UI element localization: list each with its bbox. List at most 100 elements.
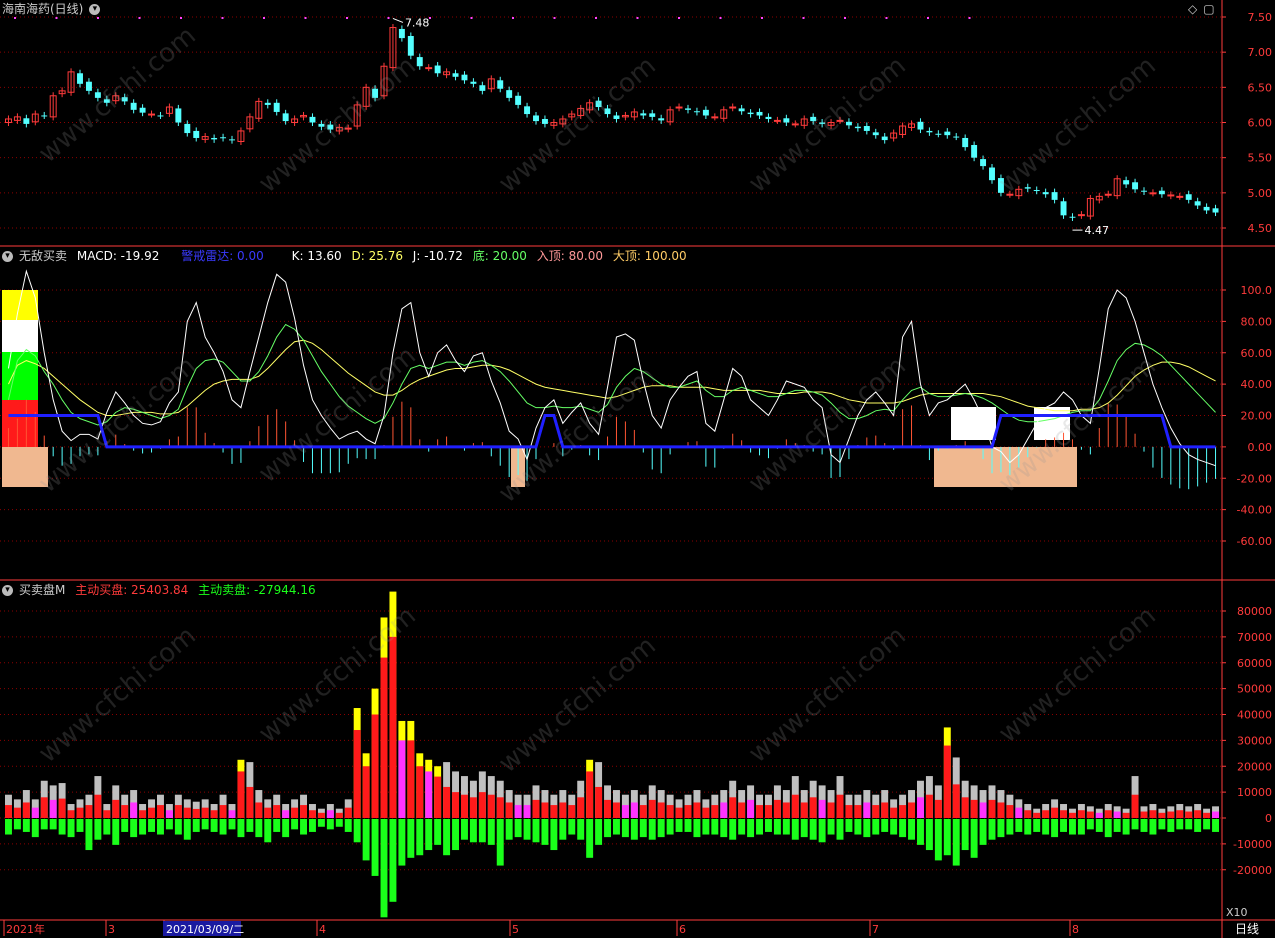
candle-body: [944, 131, 951, 136]
buy-bar: [729, 797, 737, 818]
candle-body: [372, 88, 379, 98]
sell-bar: [273, 819, 281, 832]
sell-bar: [934, 819, 942, 861]
sell-bar: [1122, 819, 1130, 835]
sell-bar: [818, 819, 826, 843]
buy-bar: [1051, 807, 1059, 818]
sell-bar: [702, 819, 710, 835]
buy-bar: [76, 807, 84, 818]
buy-bar: [514, 805, 522, 818]
sell-bar: [532, 819, 540, 843]
k-value: K: 13.60: [291, 249, 342, 263]
price-title: 海南海药(日线): [2, 2, 84, 16]
candle-body: [175, 108, 182, 123]
indicator-tick-label: 0.00: [1248, 441, 1273, 454]
maximize-icon[interactable]: ▢: [1203, 2, 1214, 16]
sell-bar: [890, 819, 898, 835]
sell-bar: [201, 819, 209, 830]
candle-body: [649, 113, 656, 117]
sell-bar: [362, 819, 370, 861]
indicator-tick-label: 80.00: [1241, 315, 1273, 328]
signal-marker: [55, 17, 58, 19]
buy-bar: [246, 786, 254, 818]
buy-bar: [264, 807, 272, 818]
sell-bar: [76, 819, 84, 832]
candle-body: [1158, 190, 1165, 195]
buy-bar: [818, 799, 826, 818]
indicator-tick-label: 20.00: [1241, 410, 1273, 423]
signal-marker: [263, 17, 265, 19]
sell-bar: [67, 819, 75, 838]
sell-bar: [747, 819, 755, 838]
candle-body: [318, 123, 325, 127]
price-tick-label: 7.50: [1248, 11, 1273, 24]
indicator-menu-icon[interactable]: ▾: [2, 251, 13, 262]
indicator-tick-label: 100.0: [1241, 284, 1273, 297]
buy-bar: [300, 805, 307, 818]
j-line: [8, 339, 1216, 416]
buy-bar: [908, 802, 915, 818]
indicator-name: 无敌买卖: [19, 249, 68, 263]
sell-bar: [264, 819, 272, 843]
signal-marker: [968, 17, 971, 19]
sell-bar: [872, 819, 880, 835]
candle-body: [452, 73, 459, 77]
sell-bar: [550, 819, 558, 851]
volume-menu-icon[interactable]: ▾: [2, 585, 13, 596]
buy-bar: [255, 802, 263, 818]
buy-bar: [1131, 794, 1139, 818]
sell-bar: [684, 819, 692, 832]
sell-bar: [317, 819, 325, 827]
buy-bar: [1095, 812, 1103, 818]
dropdown-icon[interactable]: ▾: [89, 4, 101, 15]
buy-bar: [461, 794, 468, 818]
buy-bar: [407, 740, 415, 818]
period-label[interactable]: 日线: [1235, 922, 1259, 936]
sell-bar: [523, 819, 531, 840]
sell-value: 主动卖盘: -27944.16: [198, 583, 316, 597]
stock-chart-canvas[interactable]: 7.50 7.00 6.50 6.00 5.50 5.00 4.50 7.48 4.47 100.…: [0, 0, 1275, 938]
buy-bar: [872, 805, 880, 818]
candle-body: [461, 74, 468, 81]
buy-bar: [899, 805, 907, 818]
candle-body: [398, 28, 405, 39]
indicator-tick-label: -40.00: [1237, 504, 1272, 517]
buy-bar: [604, 799, 611, 818]
candle-body: [962, 137, 969, 148]
buy-bar: [49, 799, 57, 818]
buy-bar: [317, 812, 325, 818]
buy-bar: [344, 807, 352, 818]
buy-bar: [291, 807, 299, 818]
candle-body: [130, 102, 137, 110]
signal-block: [2, 320, 38, 352]
sell-bar: [496, 819, 504, 866]
volume-header: ▾ 买卖盘M 主动买盘: 25403.84 主动卖盘: -27944.16: [2, 583, 322, 597]
buy-bar: [1176, 810, 1184, 818]
sell-bar: [720, 819, 728, 838]
candle-body: [157, 115, 164, 117]
buy-bar: [505, 802, 513, 818]
buy-bar: [228, 810, 236, 818]
sell-bar: [228, 819, 236, 830]
candle-body: [541, 118, 548, 124]
sell-bar: [917, 819, 924, 845]
price-tick-label: 6.50: [1248, 81, 1273, 94]
buy-bar: [586, 771, 594, 818]
diamond-icon[interactable]: ◇: [1188, 2, 1197, 16]
buy-bar: [979, 802, 987, 818]
volume-tick-label: -20000: [1233, 864, 1272, 877]
sell-bar: [478, 819, 486, 843]
candle-body: [595, 100, 602, 108]
sell-bar: [961, 819, 969, 851]
candle-body: [1042, 192, 1049, 195]
candle-body: [971, 145, 978, 158]
buy-bar: [1015, 807, 1023, 818]
buy-bar: [836, 794, 844, 818]
signal-marker: [180, 17, 182, 19]
candle-body: [407, 35, 414, 56]
buy-bar: [1069, 812, 1076, 818]
candle-body: [148, 113, 155, 116]
candle-body: [470, 81, 477, 84]
indicator-tick-label: 60.00: [1241, 347, 1273, 360]
buy-bar: [648, 799, 656, 818]
